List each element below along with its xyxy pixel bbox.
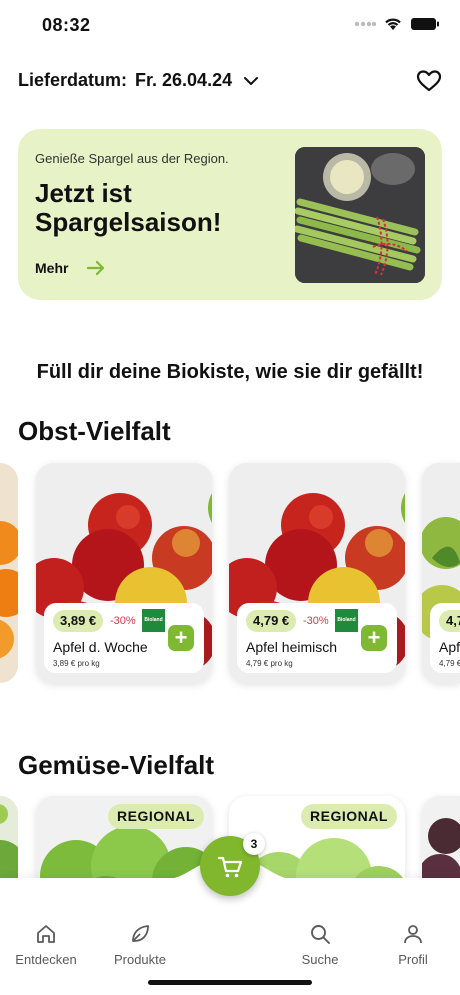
nav-label: Entdecken <box>15 952 77 967</box>
price-pill: 4,7 <box>439 610 460 632</box>
banner-more-link[interactable]: Mehr <box>35 260 106 276</box>
product-card[interactable]: 4,79 € -30% Bioland Apfel heimisch 4,79 … <box>229 463 405 683</box>
nav-produkte[interactable]: Produkte <box>100 922 180 967</box>
nav-label: Profil <box>398 952 428 967</box>
add-to-cart-button[interactable]: + <box>168 625 194 651</box>
product-name: Apf <box>439 639 460 655</box>
discount-label: -30% <box>303 615 329 627</box>
status-time: 08:32 <box>42 15 91 35</box>
leaf-icon <box>132 925 149 942</box>
delivery-date-selector[interactable]: Lieferdatum: Fr. 26.04.24 <box>18 70 260 91</box>
nav-profil[interactable]: Profil <box>373 922 453 967</box>
product-card-partial-right[interactable]: 4,7 Apf 4,79 € <box>422 463 460 683</box>
banner-more-label: Mehr <box>35 260 69 276</box>
add-to-cart-button[interactable]: + <box>361 625 387 651</box>
nav-label: Suche <box>301 952 339 967</box>
search-icon <box>311 925 330 944</box>
bioland-badge: Bioland <box>335 609 358 632</box>
banner-headline: Jetzt ist Spargelsaison! <box>35 178 222 237</box>
price-pill: 4,79 € <box>246 610 297 632</box>
home-indicator <box>148 980 312 985</box>
profile-icon <box>404 925 422 944</box>
regional-badge: REGIONAL <box>301 804 397 829</box>
battery-icon <box>411 18 439 30</box>
vegetable-section-title: Gemüse-Vielfalt <box>18 750 215 780</box>
product-card-partial-left[interactable] <box>0 463 18 683</box>
bioland-badge: Bioland <box>142 609 165 632</box>
product-info: 4,7 Apf 4,79 € <box>430 603 460 673</box>
arrow-right-icon <box>87 260 105 276</box>
fruit-section-title: Obst-Vielfalt <box>18 416 171 446</box>
nav-entdecken[interactable]: Entdecken <box>6 922 86 967</box>
unit-price: 4,79 € <box>439 659 460 668</box>
regional-badge: REGIONAL <box>108 804 204 829</box>
product-card[interactable]: 3,89 € -30% Bioland Apfel d. Woche 3,89 … <box>36 463 212 683</box>
asparagus-image <box>295 147 425 283</box>
wifi-icon <box>385 18 401 30</box>
product-info: 3,89 € -30% Bioland Apfel d. Woche 3,89 … <box>44 603 204 673</box>
home-icon <box>37 925 55 943</box>
banner-eyebrow: Genieße Spargel aus der Region. <box>35 151 229 166</box>
favorites-heart-icon[interactable] <box>416 69 442 93</box>
product-name: Apfel d. Woche <box>53 639 148 655</box>
promo-banner[interactable]: Genieße Spargel aus der Region. Jetzt is… <box>18 129 442 300</box>
delivery-date: Fr. 26.04.24 <box>135 70 233 90</box>
signal-icon <box>354 21 376 27</box>
tagline: Füll dir deine Biokiste, wie sie dir gef… <box>36 361 424 383</box>
price-pill: 3,89 € <box>53 610 104 632</box>
product-info: 4,79 € -30% Bioland Apfel heimisch 4,79 … <box>237 603 397 673</box>
product-name: Apfel heimisch <box>246 639 338 655</box>
nav-suche[interactable]: Suche <box>280 922 360 967</box>
nav-label: Produkte <box>113 952 167 967</box>
status-icons <box>354 17 440 31</box>
unit-price: 4,79 € pro kg <box>246 659 293 668</box>
cart-count-badge: 3 <box>243 833 265 855</box>
unit-price: 3,89 € pro kg <box>53 659 100 668</box>
chevron-down-icon <box>244 76 259 85</box>
delivery-label: Lieferdatum: <box>18 70 128 90</box>
discount-label: -30% <box>110 615 136 627</box>
